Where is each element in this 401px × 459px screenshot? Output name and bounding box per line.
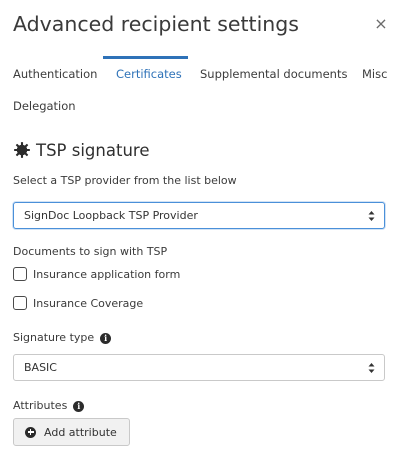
advanced-recipient-settings-dialog: Advanced recipient settings × Authentica… xyxy=(0,0,401,459)
dialog-title: Advanced recipient settings xyxy=(13,12,299,36)
info-icon[interactable]: i xyxy=(73,400,85,412)
add-attribute-label: Add attribute xyxy=(44,425,117,439)
select-caret-icon xyxy=(368,362,375,373)
tsp-provider-value: SignDoc Loopback TSP Provider xyxy=(24,209,198,222)
document-checkbox-row[interactable]: Insurance Coverage xyxy=(13,295,143,311)
checkbox[interactable] xyxy=(13,267,27,281)
document-checkbox-label: Insurance application form xyxy=(33,267,181,281)
attributes-label: Attributes i xyxy=(13,399,85,412)
attributes-text: Attributes xyxy=(13,399,68,412)
signature-type-select[interactable]: BASIC xyxy=(13,354,385,381)
tsp-signature-title: TSP signature xyxy=(36,140,150,160)
info-icon[interactable]: i xyxy=(100,332,112,344)
add-attribute-button[interactable]: Add attribute xyxy=(13,418,130,446)
close-icon[interactable]: × xyxy=(373,14,389,34)
documents-label: Documents to sign with TSP xyxy=(13,245,168,258)
signature-type-text: Signature type xyxy=(13,331,95,344)
document-checkbox-label: Insurance Coverage xyxy=(33,296,144,310)
active-tab-indicator xyxy=(103,56,188,59)
tab-authentication[interactable]: Authentication xyxy=(13,67,97,81)
provider-label: Select a TSP provider from the list belo… xyxy=(13,174,237,187)
tab-delegation[interactable]: Delegation xyxy=(13,99,76,113)
tab-misc[interactable]: Misc xyxy=(362,67,387,81)
tab-certificates[interactable]: Certificates xyxy=(116,67,182,81)
tab-supplemental-documents[interactable]: Supplemental documents xyxy=(200,67,347,81)
tsp-provider-select[interactable]: SignDoc Loopback TSP Provider xyxy=(13,202,385,229)
checkbox[interactable] xyxy=(13,296,27,310)
plus-circle-icon xyxy=(25,426,36,438)
signature-type-label: Signature type i xyxy=(13,331,112,344)
tsp-signature-heading: TSP signature xyxy=(13,139,149,161)
document-checkbox-row[interactable]: Insurance application form xyxy=(13,266,180,282)
signature-type-value: BASIC xyxy=(24,361,57,374)
gear-icon xyxy=(14,142,30,158)
select-caret-icon xyxy=(368,210,375,221)
